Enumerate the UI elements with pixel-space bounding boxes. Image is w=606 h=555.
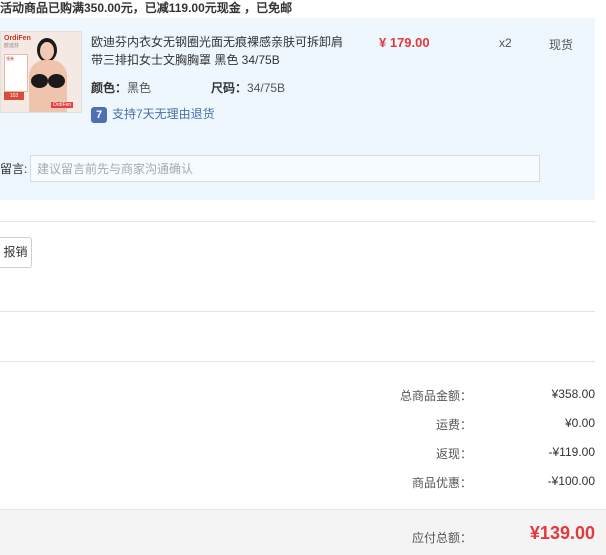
cashback-label: 返现： <box>435 447 472 461</box>
goods-total-label: 总商品金额： <box>399 389 472 403</box>
product-price: ¥ 179.00 <box>379 35 430 50</box>
divider <box>0 361 595 362</box>
thumbnail-promo-box: 领券 <box>4 54 28 92</box>
bra-cup-right <box>48 74 65 88</box>
discount-value: -¥100.00 <box>547 474 595 488</box>
cashback-value: -¥119.00 <box>548 445 595 459</box>
thumbnail-tag: 103 <box>4 92 24 100</box>
thumbnail-brand: OrdiFen <box>4 35 31 42</box>
size-attribute: 尺码：34/75B <box>211 79 285 96</box>
bra-cup-left <box>31 74 48 88</box>
thumbnail-brand-sub: 欧迪芬 <box>4 43 20 49</box>
color-value: 黑色 <box>127 81 152 95</box>
thumbnail-bottom-brand: OrdiFen <box>51 102 74 108</box>
order-item-panel: OrdiFen 欧迪芬 领券 103 OrdiFen 欧迪芬内衣女无钢圈光面无痕… <box>0 18 595 200</box>
divider <box>0 311 595 312</box>
divider <box>0 221 595 222</box>
color-label: 颜色： <box>91 81 128 95</box>
size-label: 尺码： <box>211 81 248 95</box>
message-label: 留言: <box>0 162 28 176</box>
product-thumbnail[interactable]: OrdiFen 欧迪芬 领券 103 OrdiFen <box>0 31 82 113</box>
color-attribute: 颜色：黑色 <box>91 79 151 96</box>
promo-banner-text: 活动商品已购满350.00元，已减119.00元现金 ，已免邮 <box>0 1 293 15</box>
seven-day-return-icon: 7 <box>91 106 107 123</box>
message-input[interactable] <box>30 155 540 182</box>
shipping-label: 运费： <box>435 418 472 432</box>
return-policy[interactable]: 7 支持7天无理由退货 <box>91 106 215 123</box>
model-face <box>40 42 54 60</box>
payable-label: 应付总额： <box>411 531 472 545</box>
invoice-button[interactable]: 报销 <box>0 237 32 268</box>
stock-status: 现货 <box>549 38 574 52</box>
product-quantity: x2 <box>499 36 512 50</box>
goods-total-value: ¥358.00 <box>551 387 595 401</box>
thumbnail-promo-text: 领券 <box>6 56 14 61</box>
payable-value: ¥139.00 <box>529 523 595 543</box>
payable-total-bar: 应付总额： ¥139.00 <box>0 509 606 555</box>
return-policy-text: 支持7天无理由退货 <box>112 107 215 121</box>
size-value: 34/75B <box>247 81 286 95</box>
product-title[interactable]: 欧迪芬内衣女无钢圈光面无痕裸感亲肤可拆卸肩带三排扣女士文胸胸罩 黑色 34/75… <box>91 33 346 69</box>
discount-label: 商品优惠： <box>411 476 472 490</box>
shipping-value: ¥0.00 <box>564 416 595 430</box>
